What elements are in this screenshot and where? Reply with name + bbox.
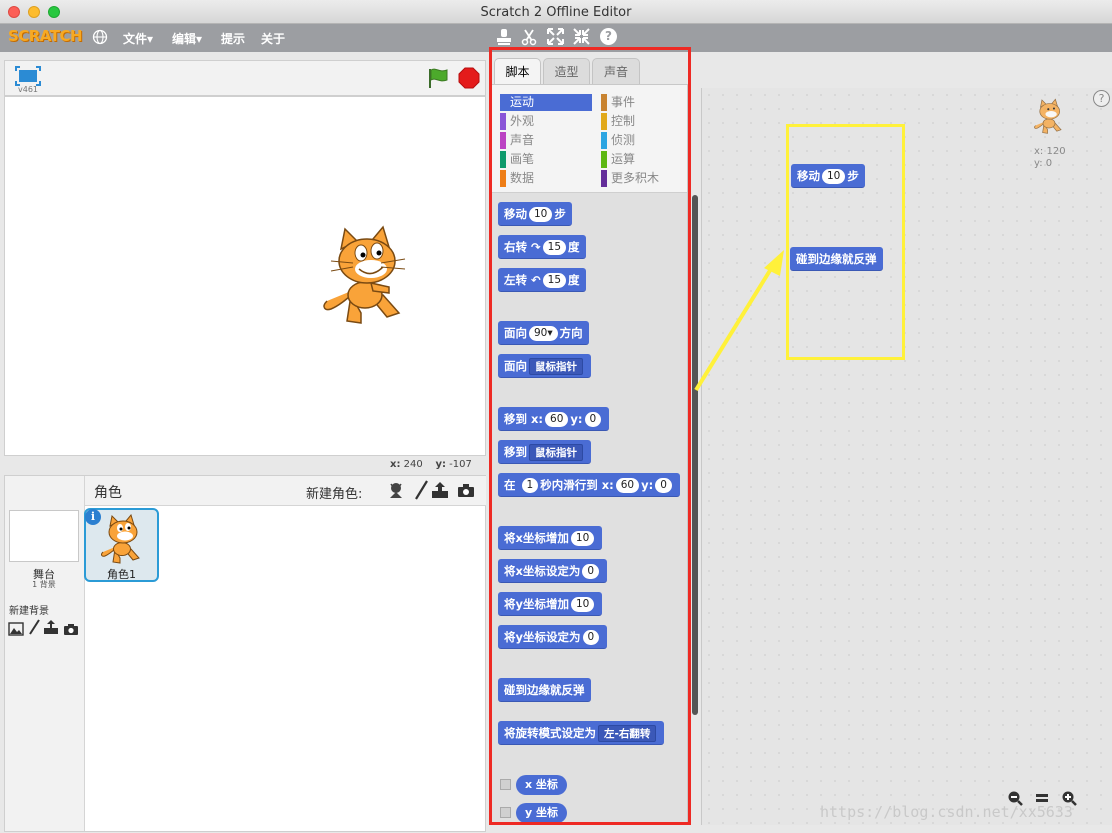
help-icon[interactable]: ?: [600, 28, 617, 45]
green-flag-icon[interactable]: [427, 67, 449, 93]
grow-icon[interactable]: [547, 28, 564, 49]
sprite-position-readout: x: 120 y: 0: [1034, 146, 1066, 169]
sprite-tile-selected[interactable]: i 角色1: [84, 508, 159, 582]
sprite-name: 角色1: [107, 568, 136, 581]
cat-sprite[interactable]: [317, 225, 413, 333]
menu-about[interactable]: 关于: [261, 30, 285, 47]
stage-thumbnail-column: 舞台 1 背景 新建背景: [5, 476, 85, 831]
sprite-list-header: 角色 新建角色:: [85, 476, 486, 506]
annotation-red-box: [489, 47, 691, 825]
sprites-title: 角色: [94, 485, 122, 501]
menu-tips[interactable]: 提示: [221, 30, 245, 47]
stop-sign-icon[interactable]: [458, 67, 480, 93]
sprite-library-icon[interactable]: [387, 481, 405, 503]
upload-sprite-icon[interactable]: [431, 481, 449, 503]
sprite-thumbnail-cat: [98, 513, 146, 570]
stage-canvas[interactable]: [4, 96, 486, 456]
scratch-logo[interactable]: SCRATCH: [8, 27, 83, 45]
current-sprite-thumbnail: [1032, 98, 1066, 140]
paint-sprite-icon[interactable]: [414, 480, 428, 504]
new-sprite-label: 新建角色:: [306, 487, 363, 502]
scripts-help-icon[interactable]: ?: [1093, 90, 1110, 107]
window-title: Scratch 2 Offline Editor: [480, 5, 632, 20]
stage-thumbnail[interactable]: [9, 510, 79, 562]
watermark: https://blog.csdn.net/xx5633: [820, 803, 1073, 821]
window-titlebar: Scratch 2 Offline Editor: [0, 0, 1112, 24]
paint-backdrop-icon[interactable]: [28, 619, 40, 639]
stage-backdrop-count: 1 背景: [32, 580, 56, 589]
camera-backdrop-icon[interactable]: [63, 621, 79, 640]
mouse-coords: x: 240 y: -107: [390, 459, 472, 470]
upload-backdrop-icon[interactable]: [43, 619, 59, 639]
version-label: v461: [18, 85, 39, 94]
scripts-area[interactable]: x: 120 y: 0 移动 10 步 碰到边缘就反弹: [701, 88, 1112, 825]
menu-file[interactable]: 文件▾: [123, 30, 153, 47]
language-globe-icon[interactable]: [92, 29, 108, 49]
sprite-pane: 舞台 1 背景 新建背景 角色 新建角色: i 角色1: [4, 475, 486, 832]
annotation-yellow-box: [786, 124, 905, 360]
annotation-arrow: [692, 248, 792, 400]
shrink-icon[interactable]: [573, 28, 590, 49]
new-backdrop-label: 新建背景: [9, 606, 49, 617]
menu-edit[interactable]: 编辑▾: [172, 30, 202, 47]
backdrop-library-icon[interactable]: [8, 621, 24, 640]
stage-header: v461: [4, 60, 486, 96]
camera-sprite-icon[interactable]: [457, 483, 475, 502]
